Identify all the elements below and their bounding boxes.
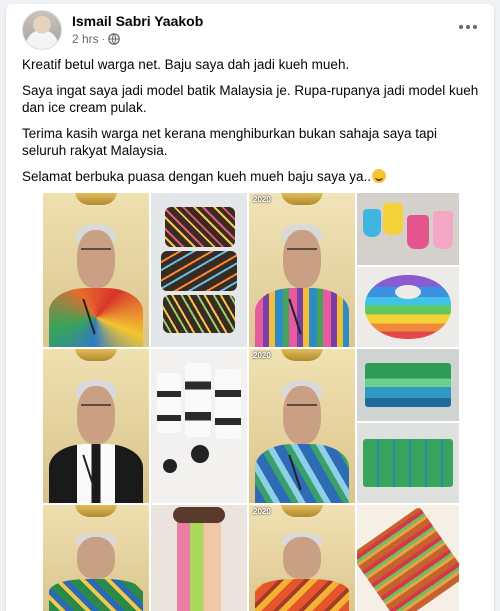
post-paragraph: Saya ingat saya jadi model batik Malaysi…: [22, 83, 479, 115]
photo-collage[interactable]: 2020 2020 2020: [43, 193, 459, 611]
photo-batik-shirt-4[interactable]: 2020: [249, 505, 355, 611]
globe-icon[interactable]: [108, 33, 120, 45]
author-avatar[interactable]: [22, 10, 62, 50]
post-header: Ismail Sabri Yaakob 2 hrs ·: [22, 10, 482, 52]
post-paragraph: Kreatif betul warga net. Baju saya dah j…: [22, 57, 350, 72]
post-paragraph-text: Selamat berbuka puasa dengan kueh mueh b…: [22, 169, 371, 184]
year-label: 2020: [253, 507, 271, 516]
photo-blue-batik-shirt[interactable]: 2020: [249, 349, 355, 503]
photo-layered-kueh-2[interactable]: [357, 423, 459, 503]
year-label: 2020: [253, 195, 271, 204]
post-meta: 2 hrs ·: [72, 32, 120, 46]
post-timestamp[interactable]: 2 hrs: [72, 32, 99, 46]
grinning-face-emoji: [372, 169, 386, 183]
post-paragraph-last: Selamat berbuka puasa dengan kueh mueh b…: [22, 168, 480, 185]
photo-cookie-bars[interactable]: [151, 193, 247, 347]
meta-separator: ·: [101, 33, 106, 45]
post-card: Ismail Sabri Yaakob 2 hrs · Kreatif betu…: [6, 4, 494, 611]
photo-batik-shirt-3[interactable]: [43, 505, 149, 611]
author-name[interactable]: Ismail Sabri Yaakob: [72, 13, 203, 29]
photo-rainbow-jelly-cake[interactable]: [357, 267, 459, 347]
photo-batik-shirt-2[interactable]: 2020: [249, 193, 355, 347]
more-options-icon[interactable]: [454, 16, 482, 38]
photo-jelly-cups[interactable]: [357, 193, 459, 265]
photo-batik-shirt-1[interactable]: [43, 193, 149, 347]
post-text: Kreatif betul warga net. Baju saya dah j…: [22, 56, 480, 194]
photo-layered-kueh-1[interactable]: [357, 349, 459, 421]
photo-black-shirt[interactable]: [43, 349, 149, 503]
photo-oreo-dessert[interactable]: [151, 349, 247, 503]
photo-ice-cream[interactable]: [151, 505, 247, 611]
photo-layered-cake-slice[interactable]: [357, 505, 459, 611]
post-paragraph: Terima kasih warga net kerana menghiburk…: [22, 126, 437, 158]
year-label: 2020: [253, 351, 271, 360]
